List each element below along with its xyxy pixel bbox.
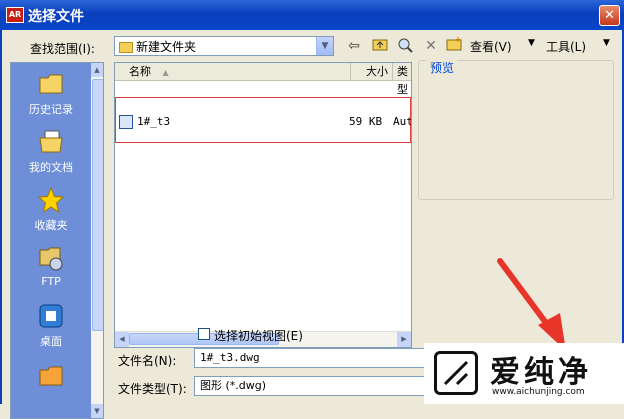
close-button[interactable]: ✕ [599,5,620,26]
filetype-label: 文件类型(T): [118,382,187,396]
place-ftp[interactable]: FTP [11,245,91,288]
preview-group: 预览 [418,59,614,200]
ftp-icon [38,245,64,271]
scroll-right-icon[interactable]: ▶ [397,332,411,347]
window-title: 选择文件 [28,9,84,25]
watermark: 爱纯净 www.aichunjing.com [424,343,624,404]
folder-icon [119,42,133,53]
chevron-down-icon[interactable]: ▼ [528,38,535,48]
table-row[interactable]: 1#_t3 [119,113,170,131]
places-scrollbar[interactable]: ▲ ▼ [91,63,103,418]
filetype-dropdown[interactable]: 图形 (*.dwg) [194,376,426,396]
place-label: 收藏夹 [34,219,68,232]
file-name: 1#_t3 [137,115,171,128]
places-bar: 历史记录 我的文档 收藏夹 FTP 桌面 ▲ ▼ [10,62,104,419]
watermark-url: www.aichunjing.com [492,387,585,397]
column-header-type[interactable]: 类型 [393,63,411,96]
scroll-left-icon[interactable]: ◀ [115,332,129,347]
column-header-name[interactable]: 名称 ▲ [115,63,351,81]
up-folder-icon[interactable] [371,37,389,55]
place-label: 历史记录 [29,103,73,116]
place-history[interactable]: 历史记录 [11,71,91,117]
place-label: FTP [41,275,61,288]
title-bar[interactable]: AR 选择文件 ✕ [0,0,624,30]
app-icon: AR [6,7,24,23]
file-list[interactable]: 名称 ▲ 大小 类型 1#_t3 59 KB Aut ◀ ▶ [114,62,412,348]
chevron-down-icon[interactable]: ▼ [316,37,333,55]
new-folder-icon[interactable] [445,37,463,55]
search-web-icon[interactable] [396,37,414,55]
file-type: Aut [393,115,412,128]
back-icon[interactable]: ⇦ [345,37,363,55]
place-desktop[interactable]: 桌面 [11,303,91,349]
column-name-label: 名称 [129,65,151,78]
folder-icon [38,363,64,389]
dwg-file-icon [119,115,133,129]
scroll-thumb[interactable] [92,79,103,331]
scroll-down-icon[interactable]: ▼ [91,404,103,418]
column-header-size[interactable]: 大小 [351,63,393,81]
desktop-icon [38,303,64,329]
watermark-logo [434,351,478,395]
place-my-documents[interactable]: 我的文档 [11,129,91,175]
lookin-dropdown[interactable]: 新建文件夹 ▼ [114,36,334,56]
document-folder-icon [38,129,64,155]
initial-view-checkbox[interactable] [198,328,210,340]
filename-label: 文件名(N): [118,354,177,368]
initial-view-label[interactable]: 选择初始视图(E) [214,327,303,344]
chevron-down-icon[interactable]: ▼ [603,38,610,48]
place-more[interactable] [11,363,91,393]
preview-label: 预览 [427,59,458,76]
place-favorites[interactable]: 收藏夹 [11,186,91,233]
filename-input[interactable]: 1#_t3.dwg [194,348,426,368]
scroll-up-icon[interactable]: ▲ [91,63,103,77]
lookin-value: 新建文件夹 [136,40,197,54]
delete-icon[interactable]: ✕ [422,37,440,55]
place-label: 桌面 [40,335,62,348]
views-menu[interactable]: 查看(V) [470,38,512,55]
sort-asc-icon: ▲ [162,68,169,77]
file-size: 59 KB [349,115,383,128]
star-icon [37,186,65,214]
place-label: 我的文档 [29,161,73,174]
watermark-title: 爱纯净 [490,355,592,390]
folder-icon [38,71,64,97]
tools-menu[interactable]: 工具(L) [546,38,586,55]
lookin-label: 查找范围(I): [30,42,95,56]
